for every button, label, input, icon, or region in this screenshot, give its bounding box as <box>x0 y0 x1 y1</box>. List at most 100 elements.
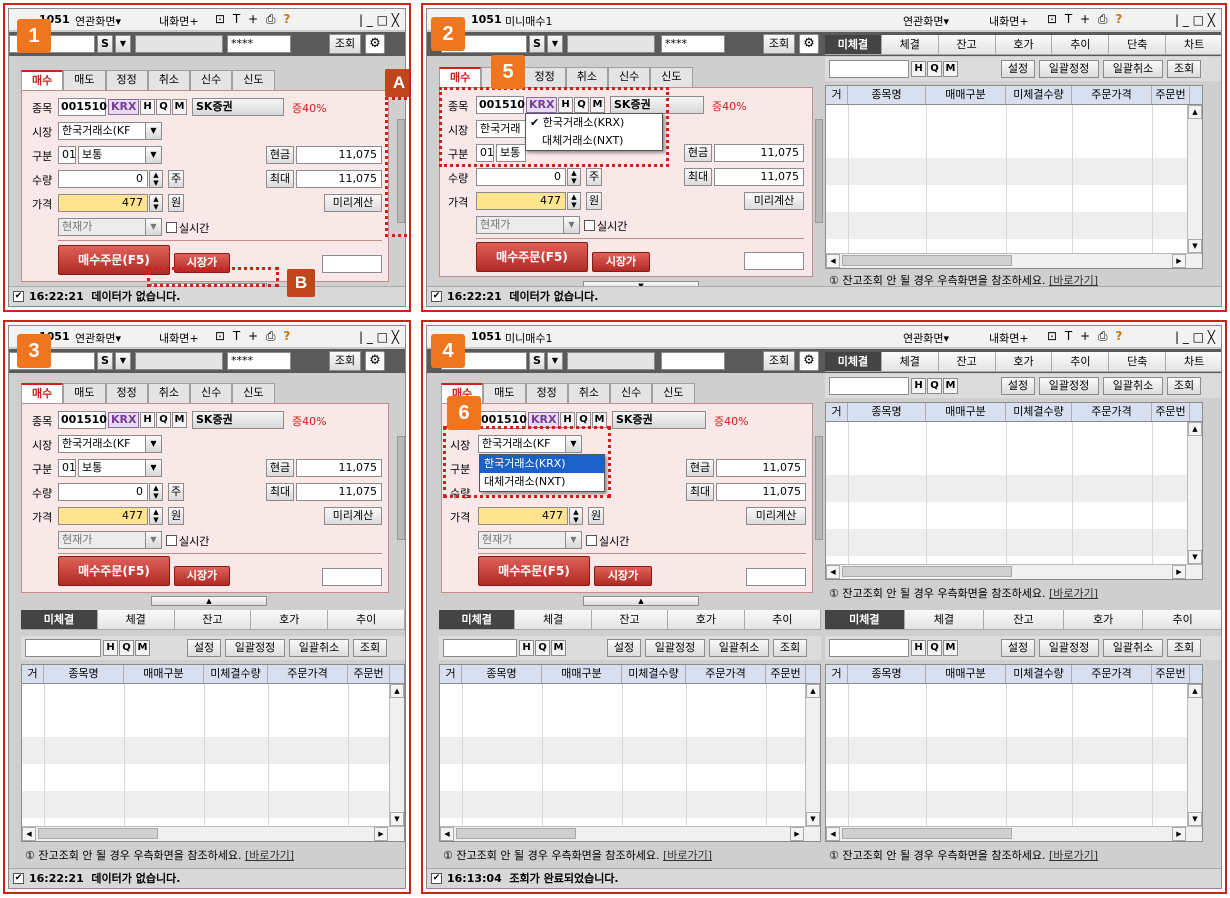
col-stock-name[interactable]: 종목명 <box>462 665 542 683</box>
tab-filled[interactable]: 체결 <box>881 352 939 372</box>
search-icon[interactable]: Q <box>119 640 134 656</box>
col-unfilled-qty[interactable]: 미체결수량 <box>622 665 686 683</box>
tab-credit-sell[interactable]: 신도 <box>232 383 275 403</box>
tab-credit-buy[interactable]: 신수 <box>610 383 653 403</box>
col-order-price[interactable]: 주문가격 <box>268 665 348 683</box>
price-type-select[interactable]: 현재가 ▼ <box>478 531 582 549</box>
col-order-no[interactable]: 주문번 <box>348 665 390 683</box>
grid-vscroll[interactable]: ▲ ▼ <box>1187 684 1202 826</box>
col-stock-name[interactable]: 종목명 <box>44 665 124 683</box>
shortcut-link[interactable]: [바로가기] <box>245 849 294 862</box>
tab-quote[interactable]: 호가 <box>1063 610 1144 630</box>
s-button[interactable]: S <box>529 352 545 370</box>
chevron-down-icon[interactable]: ▼ <box>145 436 161 452</box>
toolbar-icons[interactable]: ⊡ T + ⎙ <box>1047 12 1109 26</box>
tab-credit-sell[interactable]: 신도 <box>232 70 275 90</box>
grid-hscroll[interactable]: ◀ ▶ <box>22 826 404 841</box>
grid-vscroll[interactable]: ▲ ▼ <box>1187 105 1202 253</box>
price-input[interactable]: 477 <box>58 194 148 212</box>
grid-vscroll[interactable]: ▲ ▼ <box>805 684 820 826</box>
type-select[interactable]: 보통 ▼ <box>78 459 162 477</box>
tab-trend[interactable]: 추이 <box>1143 610 1221 630</box>
tab-unfilled[interactable]: 미체결 <box>439 610 516 630</box>
position-query-button[interactable]: 조회 <box>353 639 387 657</box>
h-button[interactable]: H <box>519 640 534 656</box>
col-order-price[interactable]: 주문가격 <box>1072 665 1152 683</box>
col-unfilled-qty[interactable]: 미체결수량 <box>1006 403 1072 421</box>
market-select[interactable]: 한국거래소(KF ▼ <box>58 122 162 140</box>
my-screen-menu[interactable]: 내화면+ <box>989 330 1029 346</box>
position-query-button[interactable]: 조회 <box>1167 377 1201 395</box>
query-button[interactable]: 조회 <box>763 351 795 371</box>
col-stock-name[interactable]: 종목명 <box>848 665 926 683</box>
panel-toggle-handle[interactable] <box>815 119 823 223</box>
h-button[interactable]: H <box>911 61 926 77</box>
bulk-modify-button[interactable]: 일괄정정 <box>1039 377 1099 395</box>
tab-chart[interactable]: 차트 <box>1166 35 1221 55</box>
m-button[interactable]: M <box>172 99 187 115</box>
tab-trend[interactable]: 추이 <box>328 610 405 630</box>
filter-input[interactable] <box>829 639 909 657</box>
tab-buy[interactable]: 매수 <box>21 70 64 90</box>
chevron-down-icon[interactable]: ▼ <box>145 123 161 139</box>
s-button[interactable]: S <box>529 35 545 53</box>
shortcut-link[interactable]: [바로가기] <box>1049 849 1098 862</box>
close-icon[interactable]: ╳ <box>392 13 399 27</box>
tab-sell[interactable]: 매도 <box>483 383 526 403</box>
m-button[interactable]: M <box>943 640 958 656</box>
collapse-handle[interactable]: ▲ <box>151 596 267 606</box>
price-stepper[interactable]: ▲ ▼ <box>569 507 583 525</box>
settings-button[interactable]: 설정 <box>1001 377 1035 395</box>
price-stepper[interactable]: ▲ ▼ <box>149 507 163 525</box>
price-type-select[interactable]: 현재가 ▼ <box>58 218 162 236</box>
tab-trend[interactable]: 추이 <box>1052 35 1110 55</box>
price-type-select[interactable]: 현재가 ▼ <box>476 216 580 234</box>
position-query-button[interactable]: 조회 <box>1167 639 1201 657</box>
qty-input[interactable]: 0 <box>58 483 148 501</box>
filter-input[interactable] <box>829 377 909 395</box>
chevron-down-icon[interactable]: ▼ <box>145 460 161 476</box>
precalc-button[interactable]: 미리계산 <box>324 507 382 525</box>
h-button[interactable]: H <box>911 378 926 394</box>
grid-hscroll[interactable]: ◀ ▶ <box>826 826 1202 841</box>
buy-order-button[interactable]: 매수주문(F5) <box>58 556 170 586</box>
gear-icon[interactable]: ⚙ <box>365 34 385 54</box>
password-input[interactable] <box>661 352 725 370</box>
col-trade-type[interactable]: 매매구분 <box>926 86 1006 104</box>
settings-button[interactable]: 설정 <box>607 639 641 657</box>
tab-cancel[interactable]: 취소 <box>147 70 190 90</box>
tab-shortcut[interactable]: 단축 <box>1109 352 1167 372</box>
shortcut-link[interactable]: [바로가기] <box>1049 587 1098 600</box>
h-button[interactable]: H <box>911 640 926 656</box>
qty-input[interactable]: 0 <box>58 170 148 188</box>
tab-trend[interactable]: 추이 <box>744 610 822 630</box>
settings-button[interactable]: 설정 <box>187 639 221 657</box>
tab-filled[interactable]: 체결 <box>881 35 939 55</box>
market-order-button[interactable]: 시장가 <box>592 252 650 272</box>
qty-input[interactable]: 0 <box>476 168 566 186</box>
price-input[interactable]: 477 <box>476 192 566 210</box>
search-icon[interactable]: Q <box>927 61 942 77</box>
col-trade-type[interactable]: 매매구분 <box>926 403 1006 421</box>
grid-hscroll[interactable]: ◀ ▶ <box>826 253 1202 268</box>
qty-stepper[interactable]: ▲ ▼ <box>149 170 163 188</box>
tab-unfilled[interactable]: 미체결 <box>825 35 882 55</box>
related-menu[interactable]: 연관화면▾ <box>75 13 121 29</box>
tab-sell[interactable]: 매도 <box>63 383 106 403</box>
status-checkbox[interactable]: ✔ <box>431 291 442 302</box>
col-order-price[interactable]: 주문가격 <box>1072 403 1152 421</box>
tab-modify[interactable]: 정정 <box>525 383 568 403</box>
col-order-no[interactable]: 주문번 <box>1152 403 1190 421</box>
tab-trend[interactable]: 추이 <box>1052 352 1110 372</box>
grid-hscroll[interactable]: ◀ ▶ <box>440 826 820 841</box>
my-screen-menu[interactable]: 내화면+ <box>159 330 199 346</box>
grid-vscroll[interactable]: ▲ ▼ <box>1187 422 1202 564</box>
account-dropdown[interactable]: ▼ <box>547 352 563 370</box>
tab-credit-sell[interactable]: 신도 <box>650 67 693 87</box>
tab-modify[interactable]: 정정 <box>523 67 566 87</box>
tab-unfilled[interactable]: 미체결 <box>825 352 882 372</box>
tab-shortcut[interactable]: 단축 <box>1109 35 1167 55</box>
stock-code-input[interactable]: 001510 <box>58 98 107 116</box>
bulk-modify-button[interactable]: 일괄정정 <box>1039 60 1099 78</box>
account-dropdown[interactable]: ▼ <box>115 352 131 370</box>
